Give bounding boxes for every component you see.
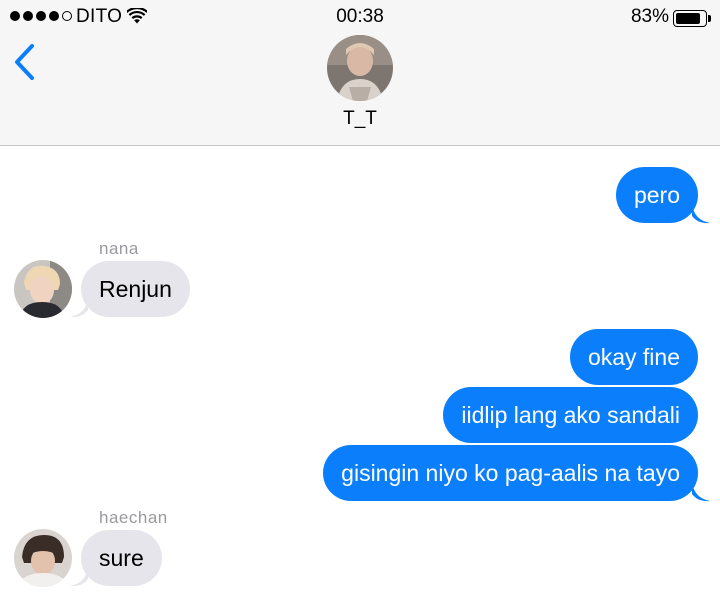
bubble-tail — [70, 567, 88, 587]
status-time: 00:38 — [336, 6, 384, 27]
outgoing-message[interactable]: pero — [615, 167, 698, 223]
sender-name: haechan — [99, 508, 168, 527]
outgoing-message[interactable]: iidlip lang ako sandali — [443, 387, 698, 443]
incoming-message[interactable]: Renjun — [81, 261, 190, 317]
navigation-header: DITO 00:38 83% T_T — [0, 0, 720, 146]
message-text: okay fine — [587, 344, 680, 370]
conversation-title[interactable]: T_T — [0, 108, 720, 130]
bubble-tail — [70, 298, 88, 318]
message-text: Renjun — [99, 276, 172, 302]
incoming-message[interactable]: sure — [81, 530, 162, 586]
battery-icon — [673, 10, 711, 27]
bubble-tail — [692, 204, 710, 224]
sender-name: nana — [99, 239, 139, 258]
chevron-left-icon[interactable] — [12, 42, 38, 82]
sender-avatar[interactable] — [14, 260, 72, 318]
message-thread[interactable]: pero nana Renjun okay fine iidlip lang a… — [0, 147, 720, 604]
sender-avatar[interactable] — [14, 529, 72, 587]
battery-percentage: 83% — [630, 6, 669, 27]
outgoing-message[interactable]: okay fine — [569, 329, 698, 385]
message-text: sure — [99, 545, 144, 571]
message-text: pero — [633, 182, 680, 208]
message-text: iidlip lang ako sandali — [461, 402, 680, 428]
status-bar: DITO 00:38 83% — [0, 0, 720, 34]
outgoing-message[interactable]: gisingin niyo ko pag-aalis na tayo — [323, 445, 698, 501]
message-text: gisingin niyo ko pag-aalis na tayo — [341, 460, 680, 486]
bubble-tail — [692, 482, 710, 502]
conversation-avatar[interactable] — [327, 35, 393, 101]
